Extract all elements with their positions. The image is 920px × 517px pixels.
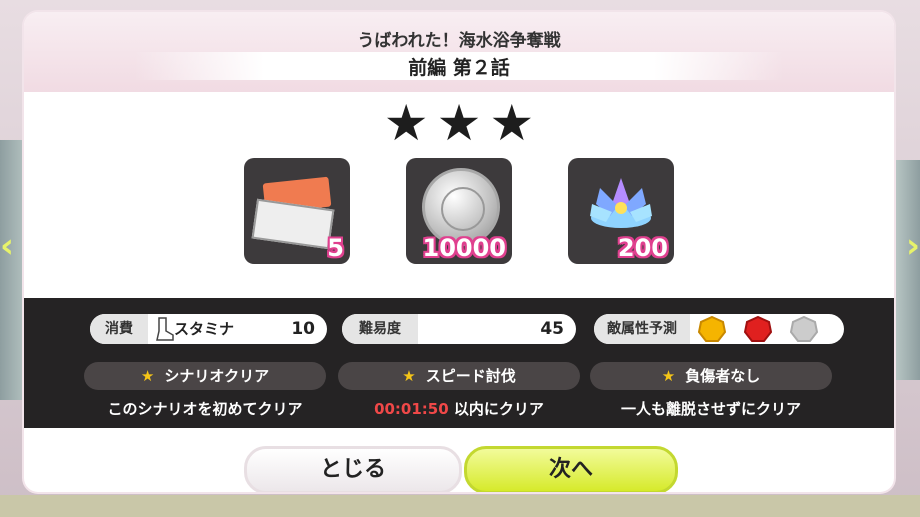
- condition-no-injury: ★ 負傷者なし: [590, 362, 832, 390]
- star-icon: ★: [140, 367, 155, 385]
- difficulty: 難易度 45: [342, 314, 576, 344]
- condition-desc-suffix: 以内にクリア: [448, 400, 544, 418]
- condition-label: 負傷者なし: [685, 367, 761, 385]
- condition-desc: 一人も離脱させずにクリア: [620, 400, 801, 418]
- quest-subtitle: 前編 第２話: [408, 57, 510, 79]
- difficulty-value: 45: [540, 319, 564, 339]
- chevron-right-icon[interactable]: ›: [906, 226, 920, 266]
- reward-count: 5: [327, 234, 344, 262]
- boot-icon: [156, 317, 174, 341]
- reward-count: 200: [617, 234, 668, 262]
- star-icon: ★: [402, 367, 416, 385]
- star-icon: ★: [383, 94, 429, 152]
- reward-count: 10000: [422, 234, 507, 262]
- enemy-attribute-forecast: 敵属性予測: [594, 314, 844, 344]
- condition-label: スピード討伐: [425, 367, 516, 385]
- clear-stars: ★ ★ ★: [24, 98, 894, 148]
- gray-gem-icon: [790, 316, 818, 342]
- time-limit: 00:01:50: [374, 400, 449, 418]
- quest-info-panel: 消費 スタミナ 10 難易度 45 敵属性予測 ★ シナリオクリア ★ スピード…: [24, 298, 894, 428]
- reward-item[interactable]: 5: [244, 158, 350, 264]
- star-icon: ★: [436, 94, 482, 152]
- reward-item[interactable]: 200: [568, 158, 674, 264]
- yellow-gem-icon: [698, 316, 726, 342]
- enemy-attribute-label: 敵属性予測: [594, 314, 690, 344]
- stamina-name: スタミナ: [174, 320, 235, 338]
- background-status-strip: [0, 495, 920, 517]
- star-icon: ★: [489, 94, 535, 152]
- chevron-left-icon[interactable]: ‹: [0, 226, 14, 266]
- coin-emblem: [441, 187, 485, 231]
- condition-speed-clear: ★ スピード討伐: [338, 362, 580, 390]
- next-button[interactable]: 次へ: [464, 446, 678, 492]
- close-button[interactable]: とじる: [244, 446, 462, 492]
- quest-result-dialog: うばわれた！海水浴争奪戦 前編 第２話 ★ ★ ★ 5 10000 200 消費…: [24, 12, 894, 492]
- stamina-cost: 消費 スタミナ 10: [90, 314, 327, 344]
- reward-item[interactable]: 10000: [406, 158, 512, 264]
- stamina-cost-label: 消費: [90, 314, 148, 344]
- quest-title: うばわれた！海水浴争奪戦: [357, 31, 561, 51]
- reward-list: 5 10000 200: [24, 158, 894, 264]
- stamina-value: 10: [291, 319, 315, 339]
- star-icon: ★: [661, 367, 676, 385]
- lotus-crystal-icon: [590, 178, 652, 228]
- condition-desc: このシナリオを初めてクリア: [107, 400, 303, 418]
- background-character-right: [896, 160, 920, 380]
- condition-desc: 00:01:50 以内にクリア: [338, 398, 580, 419]
- difficulty-label: 難易度: [342, 314, 418, 344]
- red-gem-icon: [744, 316, 772, 342]
- condition-label: シナリオクリア: [164, 367, 270, 385]
- condition-scenario-clear: ★ シナリオクリア: [84, 362, 326, 390]
